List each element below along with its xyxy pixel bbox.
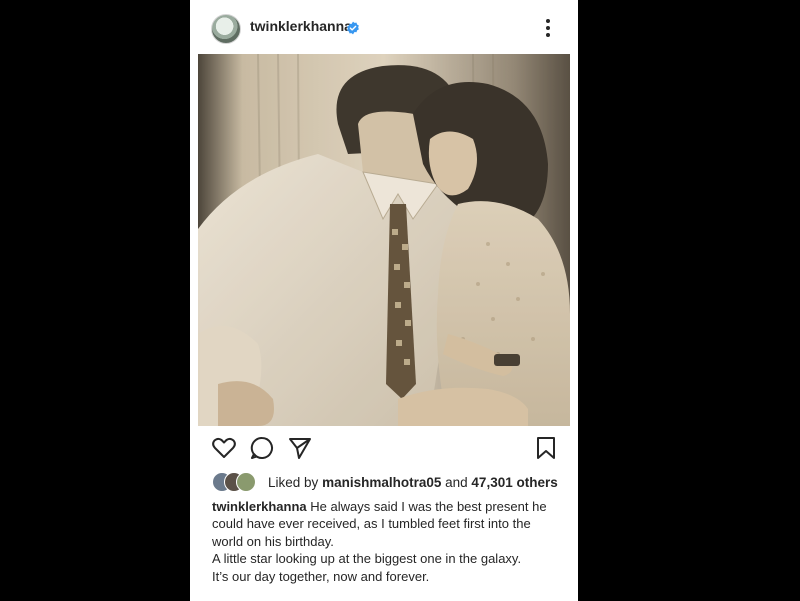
profile-avatar[interactable] <box>211 14 241 44</box>
heart-icon[interactable] <box>210 434 238 462</box>
liker-avatars[interactable] <box>212 472 260 492</box>
liker-avatar <box>236 472 256 492</box>
liked-by-user[interactable]: manishmalhotra05 <box>322 475 441 490</box>
comment-icon[interactable] <box>248 434 276 462</box>
post-username[interactable]: twinklerkhanna <box>250 18 352 34</box>
liked-by-row: Liked by manishmalhotra05 and 47,301 oth… <box>212 471 558 493</box>
bookmark-icon[interactable] <box>532 434 560 462</box>
likes-count[interactable]: 47,301 others <box>471 475 557 490</box>
post-caption: twinklerkhanna He always said I was the … <box>212 498 562 585</box>
caption-text-3: It’s our day together, now and forever. <box>212 568 430 584</box>
liked-by-prefix: Liked by <box>268 474 319 490</box>
caption-username[interactable]: twinklerkhanna <box>212 499 307 514</box>
caption-text-2: A little star looking up at the biggest … <box>212 551 522 567</box>
post-action-bar <box>190 434 578 462</box>
more-options-icon[interactable] <box>538 16 558 40</box>
verified-badge-icon <box>347 21 359 35</box>
instagram-post-card: twinklerkhanna Liked by manishmalhotra05… <box>190 0 578 601</box>
vintage-photo-illustration <box>198 54 570 426</box>
share-icon[interactable] <box>286 434 314 462</box>
liked-by-and: and <box>445 474 468 490</box>
post-header: twinklerkhanna <box>190 0 578 54</box>
post-photo[interactable] <box>198 54 570 426</box>
